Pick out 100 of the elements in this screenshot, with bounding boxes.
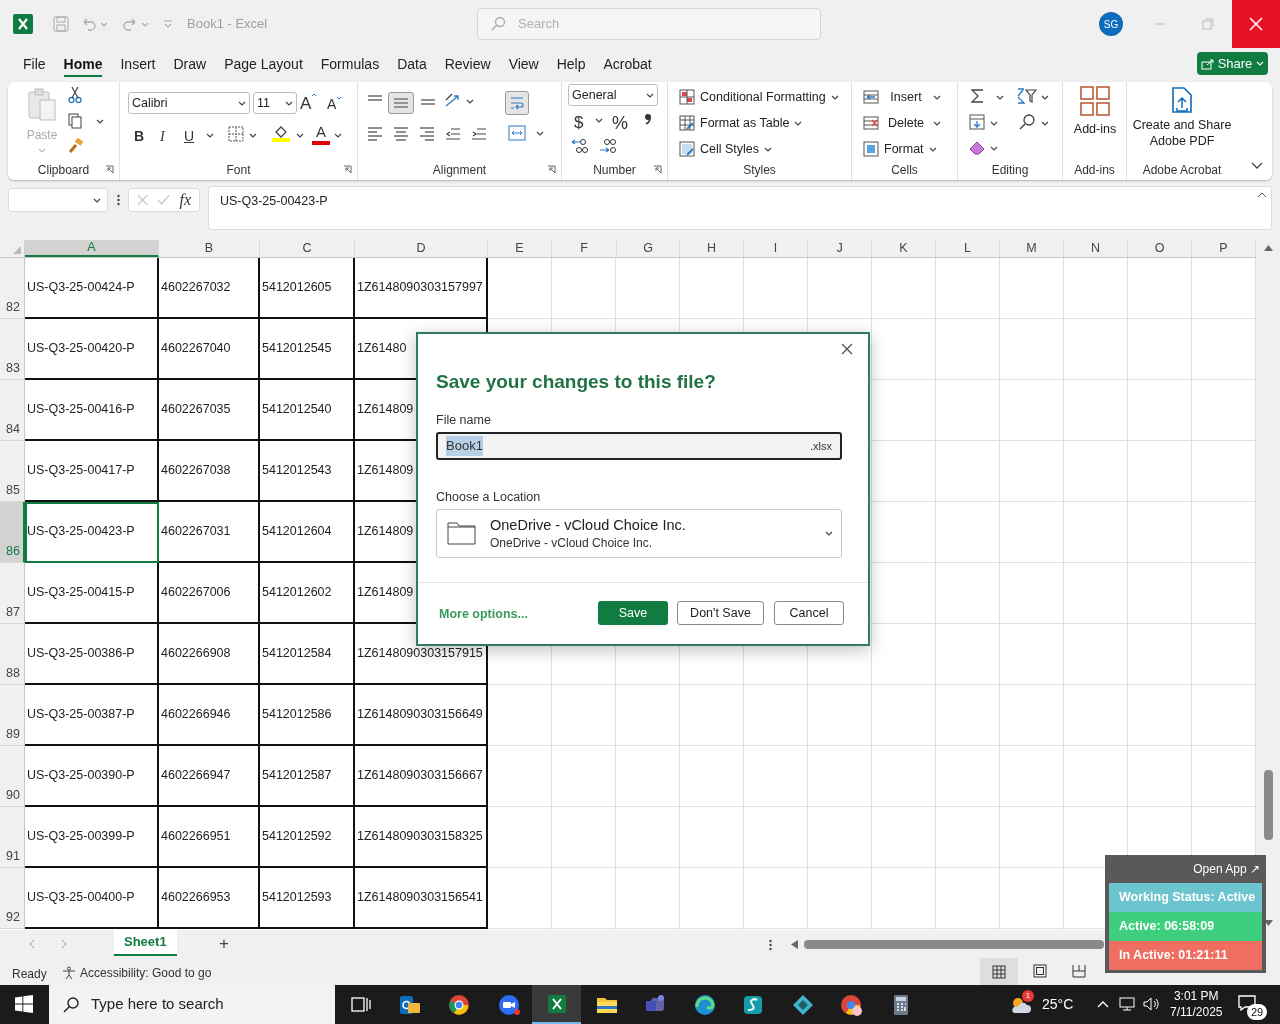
increase-indent-icon[interactable] xyxy=(471,126,487,142)
network-icon[interactable] xyxy=(1119,997,1135,1011)
format-painter-icon[interactable] xyxy=(68,138,84,154)
dialog-launcher-icon[interactable] xyxy=(547,165,556,174)
align-right-icon[interactable] xyxy=(419,126,435,142)
column-header[interactable]: E xyxy=(488,240,552,257)
menu-tab[interactable]: View xyxy=(499,49,548,79)
dont-save-button[interactable]: Don't Save xyxy=(677,601,764,625)
column-header[interactable]: A xyxy=(25,240,159,257)
cut-icon[interactable] xyxy=(68,86,82,104)
clock[interactable]: 3:01 PM 7/11/2025 xyxy=(1170,988,1223,1020)
page-layout-icon[interactable] xyxy=(1033,964,1047,978)
open-app-link[interactable]: Open App ↗ xyxy=(1193,860,1260,878)
row-header[interactable]: 91 xyxy=(0,807,25,868)
grow-font-button[interactable]: A xyxy=(300,91,318,117)
cells-menu-button[interactable]: Insert xyxy=(863,88,941,107)
row-header[interactable]: 85 xyxy=(0,441,25,502)
share-button[interactable]: Share xyxy=(1197,52,1268,75)
align-left-icon[interactable] xyxy=(367,126,383,142)
italic-button[interactable]: I xyxy=(160,126,165,147)
font-color-button[interactable]: A xyxy=(312,124,330,145)
more-options-link[interactable]: More options... xyxy=(439,605,528,624)
column-header[interactable]: O xyxy=(1128,240,1192,257)
row-header[interactable]: 87 xyxy=(0,563,25,624)
dialog-launcher-icon[interactable] xyxy=(653,165,662,174)
row-header[interactable]: 82 xyxy=(0,258,25,319)
add-ins-button[interactable]: Add-ins xyxy=(1068,86,1122,139)
percent-button[interactable]: % xyxy=(612,110,628,137)
column-header[interactable]: K xyxy=(872,240,936,257)
scrollbar-thumb[interactable] xyxy=(1264,770,1273,840)
menu-tab[interactable]: Review xyxy=(435,49,500,79)
currency-button[interactable]: $ xyxy=(574,110,584,136)
underline-button[interactable]: U xyxy=(184,126,195,147)
add-sheet-button[interactable]: + xyxy=(219,935,229,952)
dialog-launcher-icon[interactable] xyxy=(105,165,114,174)
column-header[interactable]: N xyxy=(1064,240,1128,257)
normal-view-button[interactable] xyxy=(980,958,1018,985)
menu-tab[interactable]: Acrobat xyxy=(594,49,661,79)
scroll-left-icon[interactable] xyxy=(791,940,798,949)
column-header[interactable]: C xyxy=(260,240,355,257)
menu-tab[interactable]: File xyxy=(14,49,55,79)
number-format-dropdown[interactable]: General xyxy=(568,84,658,106)
eraser-icon[interactable] xyxy=(969,141,985,155)
orientation-icon[interactable] xyxy=(444,92,462,108)
taskbar-search-field[interactable]: Type here to search xyxy=(49,985,335,1024)
row-header[interactable]: 92 xyxy=(0,868,25,929)
page-break-icon[interactable] xyxy=(1072,964,1086,978)
row-header[interactable]: 88 xyxy=(0,624,25,685)
column-header[interactable]: G xyxy=(617,240,680,257)
autosum-icon[interactable] xyxy=(970,88,984,104)
cells-menu-button[interactable]: Delete xyxy=(863,114,941,133)
save-button[interactable]: Save xyxy=(598,601,668,625)
styles-menu-button[interactable]: Conditional Formatting xyxy=(679,88,839,107)
scrollbar-thumb[interactable] xyxy=(804,940,1104,949)
sort-filter-icon[interactable] xyxy=(1017,87,1037,105)
styles-menu-button[interactable]: Cell Styles xyxy=(679,140,773,159)
sheet-tab[interactable]: Sheet1 xyxy=(114,930,177,956)
menu-tab[interactable]: Data xyxy=(388,49,436,79)
scroll-down-icon[interactable] xyxy=(1264,920,1273,927)
column-header[interactable]: B xyxy=(159,240,260,257)
menu-tab[interactable]: Help xyxy=(547,49,595,79)
row-header[interactable]: 84 xyxy=(0,380,25,441)
font-name-dropdown[interactable]: Calibri xyxy=(128,92,250,114)
row-header[interactable]: 89 xyxy=(0,685,25,746)
user-avatar[interactable]: SG xyxy=(1099,12,1123,36)
dialog-launcher-icon[interactable] xyxy=(343,165,352,174)
align-center-icon[interactable] xyxy=(393,126,409,142)
row-header[interactable]: 83 xyxy=(0,319,25,380)
more-icon[interactable] xyxy=(769,939,772,951)
borders-icon[interactable] xyxy=(228,126,244,142)
menu-tab[interactable]: Draw xyxy=(164,49,216,79)
column-header[interactable]: I xyxy=(744,240,808,257)
decrease-indent-icon[interactable] xyxy=(445,126,461,142)
menu-tab[interactable]: Home xyxy=(54,49,112,79)
menu-tab[interactable]: Formulas xyxy=(311,49,389,79)
column-header[interactable]: J xyxy=(808,240,872,257)
start-icon[interactable] xyxy=(15,995,33,1013)
accessibility-button[interactable]: Accessibility: Good to go xyxy=(62,964,212,982)
menu-tab[interactable]: Page Layout xyxy=(215,49,312,79)
insert-function-button[interactable]: fx xyxy=(179,188,191,212)
copy-icon[interactable] xyxy=(68,113,82,129)
fill-icon[interactable] xyxy=(969,114,985,130)
column-header[interactable]: F xyxy=(552,240,617,257)
volume-icon[interactable] xyxy=(1143,997,1159,1011)
file-name-field[interactable]: Book1 .xlsx xyxy=(436,432,842,460)
bold-button[interactable]: B xyxy=(134,126,145,147)
column-header[interactable]: L xyxy=(936,240,1000,257)
find-icon[interactable] xyxy=(1018,113,1036,131)
increase-decimal-icon[interactable] xyxy=(570,138,588,154)
collapse-formula-bar-icon[interactable] xyxy=(1257,192,1267,198)
scroll-up-icon[interactable] xyxy=(1264,244,1273,251)
shrink-font-button[interactable]: A xyxy=(327,94,343,115)
merge-center-icon[interactable] xyxy=(508,125,526,141)
row-header[interactable]: 90 xyxy=(0,746,25,807)
formula-input[interactable]: US-Q3-25-00423-P xyxy=(208,186,1272,230)
cells-menu-button[interactable]: Format xyxy=(863,140,937,159)
menu-tab[interactable]: Insert xyxy=(111,49,165,79)
close-icon[interactable] xyxy=(841,343,853,355)
fill-color-icon[interactable] xyxy=(272,124,290,142)
font-size-dropdown[interactable]: 11 xyxy=(253,92,297,114)
